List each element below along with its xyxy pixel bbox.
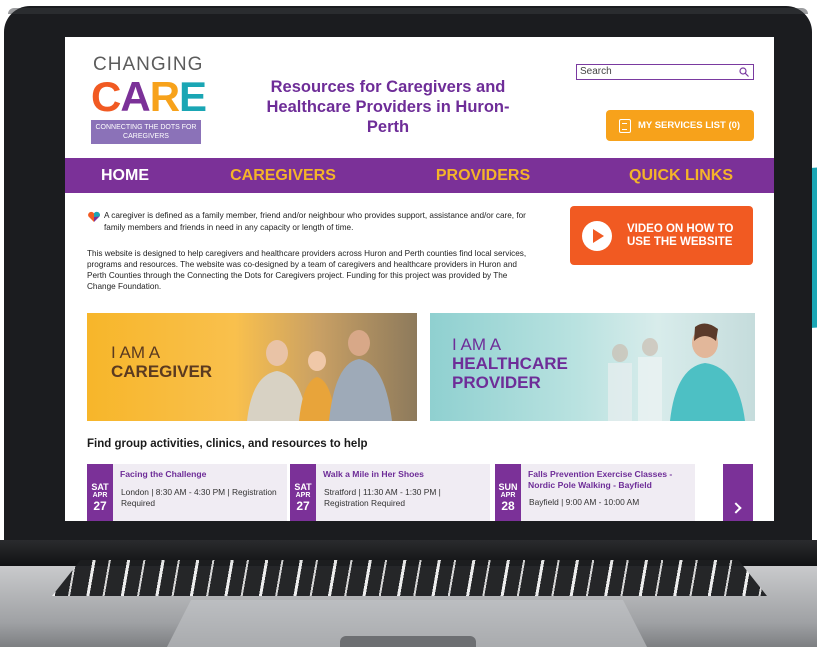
event-month: APR xyxy=(92,492,108,499)
browser-screen: CHANGING CARE CONNECTING THE DOTS FOR CA… xyxy=(65,37,774,521)
event-day: 28 xyxy=(501,499,515,513)
nav-quick-links[interactable]: QUICK LINKS xyxy=(611,167,751,185)
event-day: 27 xyxy=(93,499,107,513)
event-title-link[interactable]: Facing the Challenge xyxy=(120,469,292,480)
event-info: Bayfield | 9:00 AM - 10:00 AM xyxy=(529,497,640,507)
laptop-keyboard xyxy=(52,560,767,596)
definition-text: A caregiver is defined as a family membe… xyxy=(104,211,526,232)
event-title-link[interactable]: Falls Prevention Exercise Classes - Nord… xyxy=(528,469,700,491)
video-button-label: VIDEO ON HOW TO USE THE WEBSITE xyxy=(627,222,734,248)
nav-providers[interactable]: PROVIDERS xyxy=(423,167,543,185)
logo-letter-e: E xyxy=(179,73,207,120)
logo-letter-c: C xyxy=(91,73,121,120)
event-title-link[interactable]: Walk a Mile in Her Shoes xyxy=(323,469,495,480)
provider-banner[interactable]: I AM A HEALTHCARE PROVIDER xyxy=(430,313,755,421)
caregiver-banner-text: I AM A CAREGIVER xyxy=(111,343,212,381)
logo-letter-a: A xyxy=(120,73,150,120)
my-services-list-button[interactable]: MY SERVICES LIST (0) xyxy=(606,110,754,141)
next-events-button[interactable] xyxy=(723,464,753,521)
caregiver-definition: A caregiver is defined as a family membe… xyxy=(87,210,527,233)
caregiver-family-image xyxy=(247,330,392,421)
video-how-to-button[interactable]: VIDEO ON HOW TO USE THE WEBSITE xyxy=(570,206,753,265)
caregiver-banner-line1: I AM A xyxy=(111,343,161,362)
caregiver-banner[interactable]: I AM A CAREGIVER xyxy=(87,313,417,421)
provider-banner-text: I AM A HEALTHCARE PROVIDER xyxy=(452,335,568,392)
event-card[interactable]: SUN APR 28 Falls Prevention Exercise Cla… xyxy=(495,464,695,521)
caregiver-banner-line2: CAREGIVER xyxy=(111,362,213,381)
event-month: APR xyxy=(295,492,311,499)
provider-banner-line3: PROVIDER xyxy=(452,373,541,392)
nav-home[interactable]: HOME xyxy=(85,167,165,185)
nav-caregivers[interactable]: CAREGIVERS xyxy=(218,167,348,185)
event-info: Stratford | 11:30 AM - 1:30 PM | Registr… xyxy=(324,487,441,508)
search-icon[interactable] xyxy=(739,67,749,77)
logo-care-text: CARE xyxy=(91,76,209,118)
list-icon xyxy=(619,119,631,133)
page-title: Resources for Caregivers and Healthcare … xyxy=(266,78,510,136)
site-logo[interactable]: CHANGING CARE CONNECTING THE DOTS FOR CA… xyxy=(91,55,209,144)
event-date: SAT APR 27 xyxy=(290,464,316,521)
logo-subtitle: CONNECTING THE DOTS FOR CAREGIVERS xyxy=(91,120,201,144)
laptop-notch xyxy=(340,636,476,647)
services-button-label: MY SERVICES LIST (0) xyxy=(638,120,741,131)
event-info: London | 8:30 AM - 4:30 PM | Registratio… xyxy=(121,487,277,508)
event-date: SUN APR 28 xyxy=(495,464,521,521)
event-date: SAT APR 27 xyxy=(87,464,113,521)
provider-banner-line2: HEALTHCARE xyxy=(452,354,568,373)
healthcare-staff-image xyxy=(608,323,745,421)
event-card[interactable]: SAT APR 27 Walk a Mile in Her Shoes Stra… xyxy=(290,464,490,521)
logo-letter-r: R xyxy=(149,73,180,120)
heart-icon xyxy=(88,211,100,222)
provider-banner-line1: I AM A xyxy=(452,335,502,354)
event-day-of-week: SAT xyxy=(91,482,109,492)
site-description: This website is designed to help caregiv… xyxy=(87,249,527,291)
search-placeholder: Search xyxy=(580,66,612,77)
search-input[interactable]: Search xyxy=(576,64,754,80)
event-day-of-week: SAT xyxy=(294,482,312,492)
main-nav: HOME CAREGIVERS PROVIDERS QUICK LINKS xyxy=(65,158,774,193)
event-card[interactable]: SAT APR 27 Facing the Challenge London |… xyxy=(87,464,287,521)
events-section-title: Find group activities, clinics, and reso… xyxy=(87,438,368,450)
event-month: APR xyxy=(500,492,516,499)
play-icon xyxy=(582,220,612,251)
laptop-bezel: CHANGING CARE CONNECTING THE DOTS FOR CA… xyxy=(4,6,812,550)
logo-changing-text: CHANGING xyxy=(93,54,204,75)
event-day-of-week: SUN xyxy=(498,482,518,492)
event-day: 27 xyxy=(296,499,310,513)
